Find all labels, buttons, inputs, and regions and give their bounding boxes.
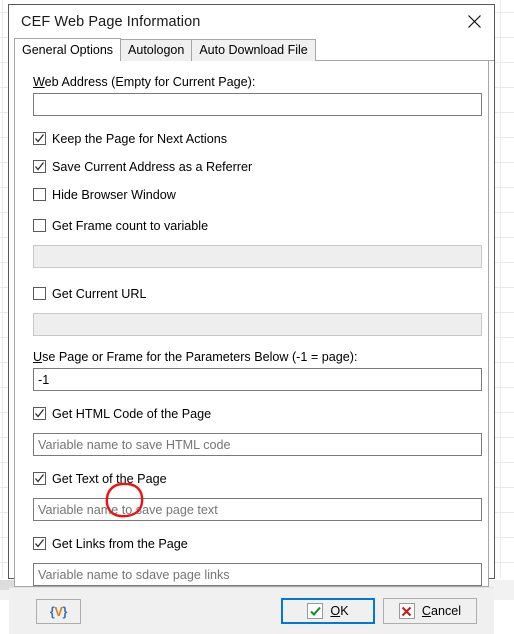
current-url-input[interactable] xyxy=(33,313,482,336)
web-address-label-rest: eb Address (Empty for Current Page): xyxy=(44,75,256,89)
current-url-checkbox-row[interactable]: Get Current URL xyxy=(33,285,470,302)
hide-browser-label: Hide Browser Window xyxy=(52,187,176,202)
ok-button[interactable]: OK xyxy=(281,598,375,624)
tab-autologon[interactable]: Autologon xyxy=(120,39,193,61)
get-links-label: Get Links from the Page xyxy=(52,536,188,551)
cancel-button[interactable]: Cancel xyxy=(383,598,477,624)
variable-brace-right: } xyxy=(62,604,68,619)
get-html-label: Get HTML Code of the Page xyxy=(52,406,212,421)
get-html-variable-input[interactable] xyxy=(33,433,482,456)
dialog-footer: {V} OK Cancel xyxy=(9,587,494,634)
get-text-checkbox-row[interactable]: Get Text of the Page xyxy=(33,470,470,487)
get-links-checkbox-row[interactable]: Get Links from the Page xyxy=(33,535,470,552)
get-html-checkbox[interactable] xyxy=(33,407,46,420)
web-address-label-accel: W xyxy=(33,75,45,89)
get-text-checkbox[interactable] xyxy=(33,472,46,485)
page-or-frame-input[interactable] xyxy=(33,368,482,391)
get-links-checkbox[interactable] xyxy=(33,537,46,550)
page-or-frame-label: Use Page or Frame for the Parameters Bel… xyxy=(33,350,470,364)
get-text-label: Get Text of the Page xyxy=(52,471,167,486)
save-referrer-checkbox-row[interactable]: Save Current Address as a Referrer xyxy=(33,158,470,175)
keep-page-label: Keep the Page for Next Actions xyxy=(52,131,228,146)
frame-count-input[interactable] xyxy=(33,245,482,268)
title-bar: CEF Web Page Information xyxy=(9,5,494,38)
hide-browser-checkbox-row[interactable]: Hide Browser Window xyxy=(33,186,470,203)
general-options-panel: Web Address (Empty for Current Page): Ke… xyxy=(14,61,489,587)
frame-count-label: Get Frame count to variable xyxy=(52,218,209,233)
frame-count-checkbox[interactable] xyxy=(33,219,46,232)
save-referrer-checkbox[interactable] xyxy=(33,160,46,173)
page-or-frame-label-accel: U xyxy=(33,350,43,364)
tab-auto-download-file-label: Auto Download File xyxy=(199,43,308,57)
cef-web-page-information-dialog: CEF Web Page Information General Options… xyxy=(8,4,495,634)
cancel-label-rest: ancel xyxy=(431,604,462,618)
current-url-label: Get Current URL xyxy=(52,286,147,301)
save-referrer-label: Save Current Address as a Referrer xyxy=(52,159,253,174)
hide-browser-checkbox[interactable] xyxy=(33,188,46,201)
tab-general-options[interactable]: General Options xyxy=(14,38,122,61)
frame-count-checkbox-row[interactable]: Get Frame count to variable xyxy=(33,217,470,234)
get-text-variable-input[interactable] xyxy=(33,498,482,521)
web-address-label: Web Address (Empty for Current Page): xyxy=(33,75,470,89)
red-x-icon xyxy=(398,603,415,619)
current-url-checkbox[interactable] xyxy=(33,287,46,300)
ok-label-rest: K xyxy=(340,604,349,618)
tab-strip: General Options Autologon Auto Download … xyxy=(9,38,494,61)
tab-auto-download-file[interactable]: Auto Download File xyxy=(191,39,316,61)
keep-page-checkbox-row[interactable]: Keep the Page for Next Actions xyxy=(33,130,470,147)
window-title: CEF Web Page Information xyxy=(21,13,201,30)
close-icon[interactable] xyxy=(454,5,494,37)
web-address-input[interactable] xyxy=(33,93,482,116)
cancel-label-accel: C xyxy=(421,604,431,618)
tab-general-options-label: General Options xyxy=(22,43,114,57)
ok-button-label: OK xyxy=(330,604,348,618)
insert-variable-button[interactable]: {V} xyxy=(36,599,81,624)
variable-glyph: V xyxy=(54,604,63,619)
keep-page-checkbox[interactable] xyxy=(33,132,46,145)
green-check-icon xyxy=(307,603,324,619)
ok-label-accel: O xyxy=(330,604,341,618)
tab-strip-filler xyxy=(314,39,494,61)
page-or-frame-label-rest: se Page or Frame for the Parameters Belo… xyxy=(42,350,358,364)
cancel-button-label: Cancel xyxy=(422,604,461,618)
get-html-checkbox-row[interactable]: Get HTML Code of the Page xyxy=(33,405,470,422)
get-links-variable-input[interactable] xyxy=(33,563,482,586)
tab-autologon-label: Autologon xyxy=(128,43,185,57)
